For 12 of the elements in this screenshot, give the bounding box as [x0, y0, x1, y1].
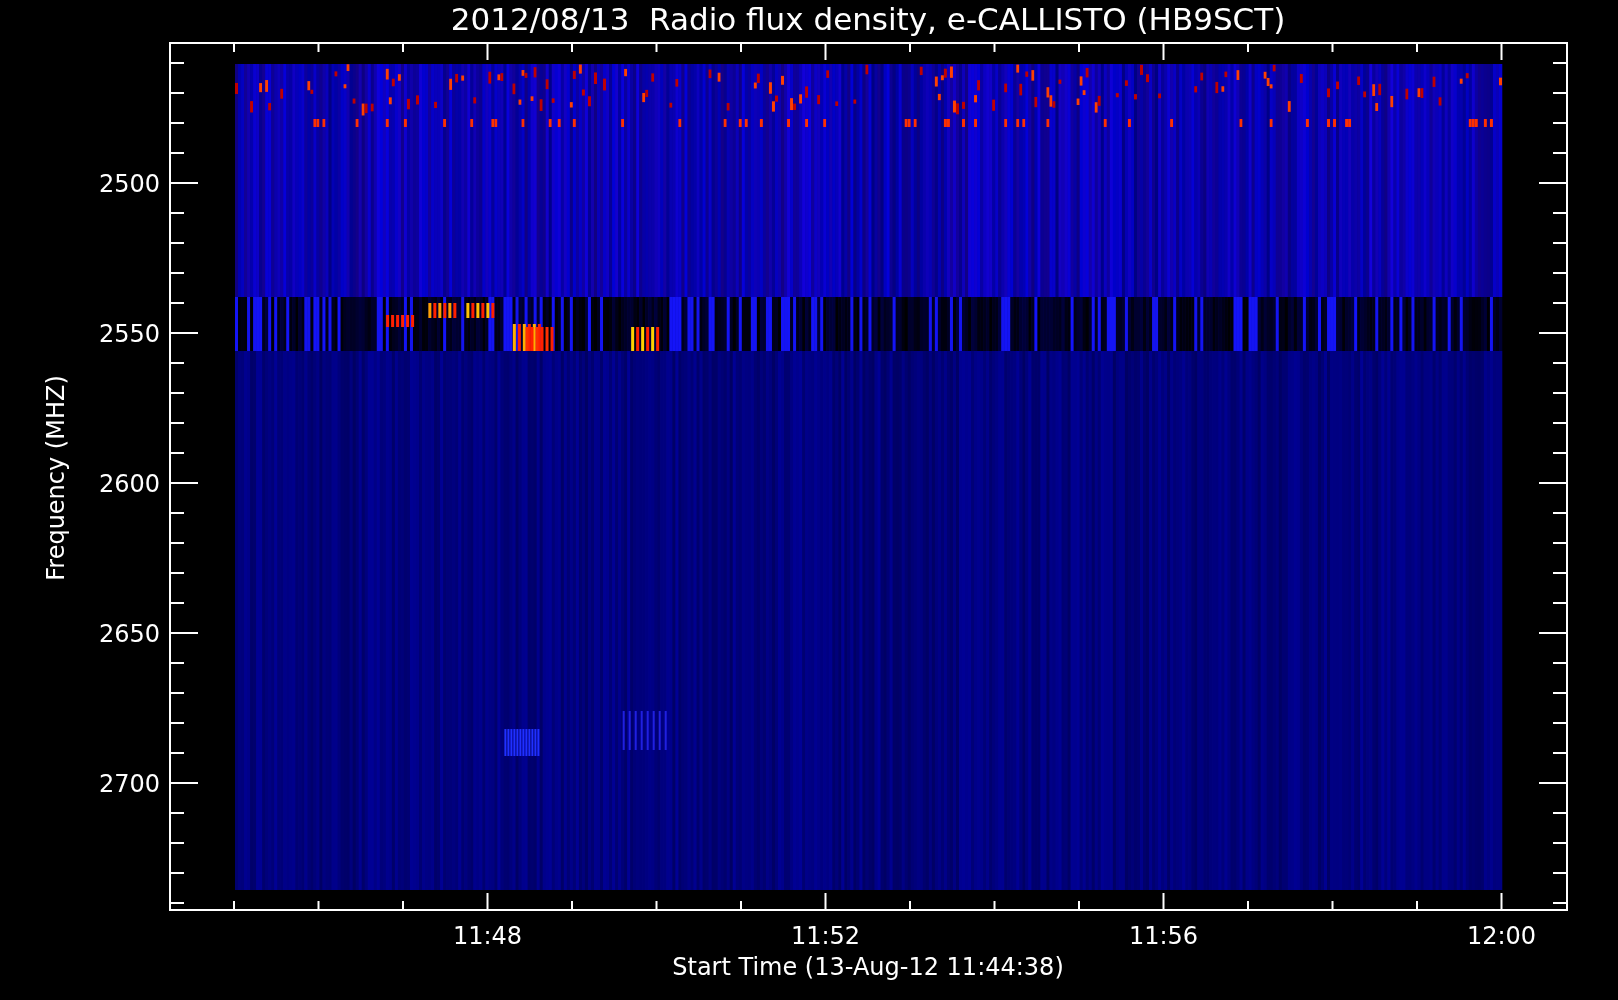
- x-axis-label: Start Time (13-Aug-12 11:44:38): [672, 953, 1064, 981]
- y-tick-label: 2550: [98, 320, 160, 348]
- y-tick-label: 2600: [98, 470, 160, 498]
- plot-title: 2012/08/13 Radio flux density, e-CALLISTO (HB9SCT): [450, 1, 1286, 37]
- x-tick-label: 11:56: [1128, 922, 1199, 950]
- x-tick-label: 11:48: [452, 922, 523, 950]
- y-axis-label: Frequency (MHZ): [42, 375, 70, 581]
- x-tick-label: 12:00: [1466, 922, 1537, 950]
- y-tick-label: 2500: [98, 170, 160, 198]
- x-tick-label: 11:52: [790, 922, 861, 950]
- y-tick-label: 2700: [98, 770, 160, 798]
- y-tick-label: 2650: [98, 620, 160, 648]
